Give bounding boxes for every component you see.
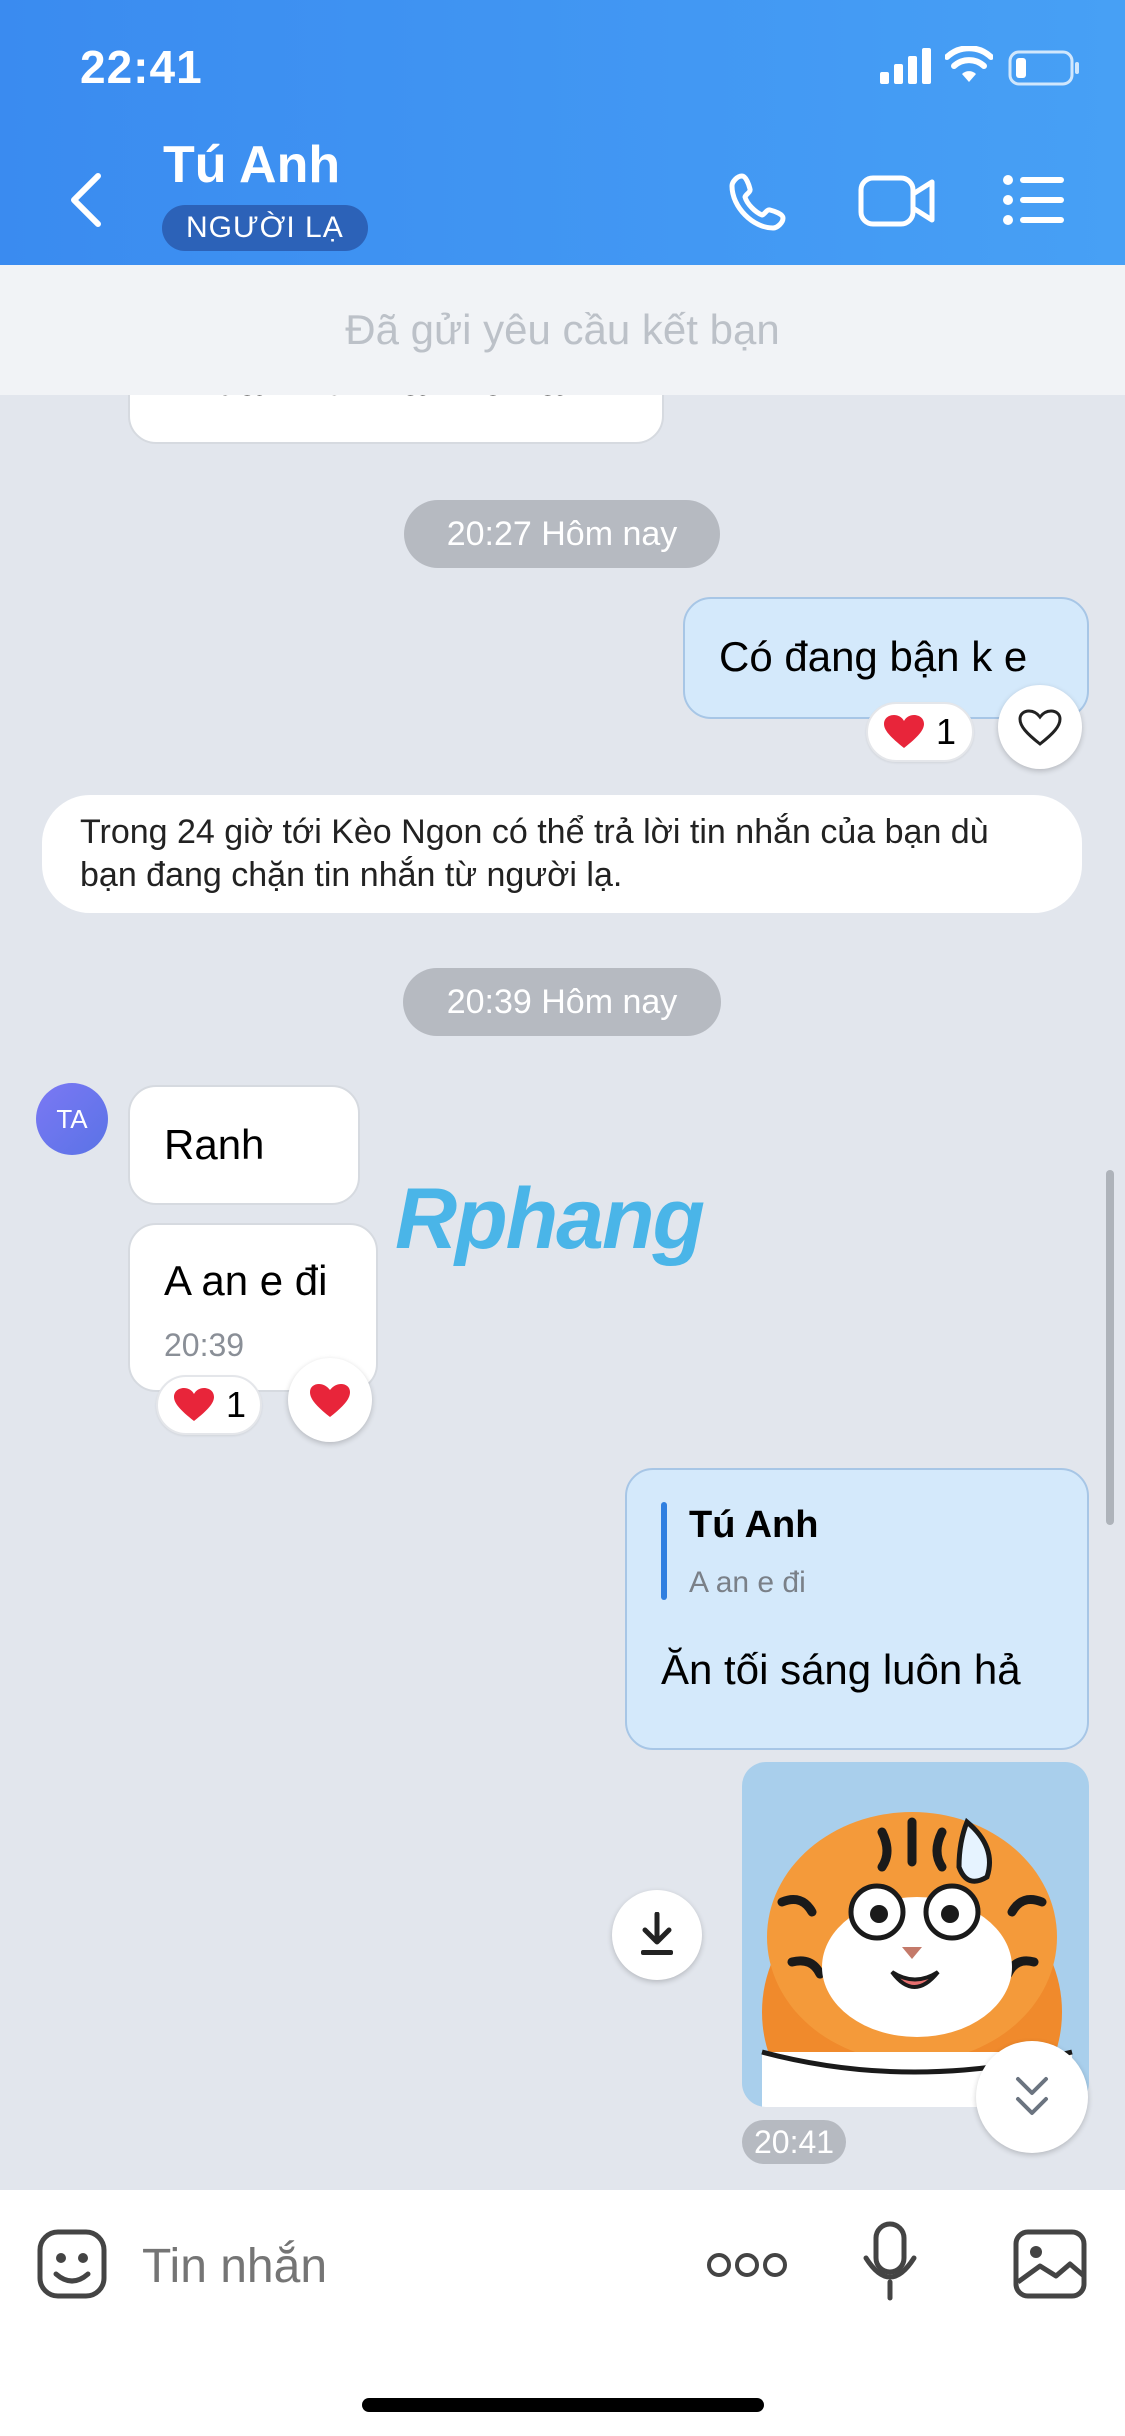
- quote-author: Tú Anh: [689, 1504, 819, 1546]
- message-text: A an e đi: [164, 1257, 328, 1304]
- reaction-number: 1: [226, 1384, 247, 1425]
- react-button[interactable]: [998, 685, 1082, 769]
- download-button[interactable]: [612, 1890, 702, 1980]
- outgoing-reply-message[interactable]: Tú Anh A an e đi Ăn tối sáng luôn hả: [625, 1468, 1089, 1750]
- scroll-down-button[interactable]: [976, 2041, 1088, 2153]
- microphone-icon[interactable]: [862, 2220, 918, 2302]
- message-bubble-partial[interactable]: Đi đám rồi mai mới làm: [128, 395, 664, 444]
- react-button[interactable]: [288, 1358, 372, 1442]
- time-stamp: 20:27 Hôm nay: [404, 500, 720, 568]
- reaction-count[interactable]: 1: [156, 1375, 262, 1435]
- time-stamp: 20:39 Hôm nay: [403, 968, 721, 1036]
- stranger-badge: NGƯỜI LẠ: [162, 205, 368, 251]
- contact-name[interactable]: Tú Anh: [163, 135, 340, 195]
- image-icon[interactable]: [1012, 2228, 1088, 2300]
- incoming-message[interactable]: Ranh: [128, 1085, 360, 1205]
- battery-icon: [1008, 50, 1079, 86]
- avatar[interactable]: TA: [36, 1083, 108, 1155]
- heart-icon: [884, 715, 924, 748]
- reaction-count[interactable]: 1: [866, 702, 974, 762]
- watermark-logo: Rphang: [395, 1171, 705, 1267]
- scrollbar[interactable]: [1106, 1170, 1114, 1525]
- message-time: 20:39: [164, 1327, 245, 1363]
- signal-icon: [880, 48, 931, 84]
- video-camera-icon[interactable]: [858, 172, 936, 230]
- sticker-icon[interactable]: [36, 2228, 108, 2300]
- heart-icon: [310, 1384, 350, 1417]
- message-text: Ăn tối sáng luôn hả: [661, 1646, 1021, 1693]
- more-dots-icon[interactable]: [706, 2250, 788, 2280]
- reaction-number: 1: [936, 711, 957, 752]
- back-chevron-icon[interactable]: [64, 170, 108, 230]
- friend-request-banner: Đã gửi yêu cầu kết bạn: [0, 265, 1125, 395]
- header-bar: 22:41 Tú Anh NGƯỜI LẠ: [0, 0, 1125, 265]
- sticker-time: 20:41: [742, 2120, 847, 2164]
- home-indicator: [362, 2398, 764, 2412]
- message-input[interactable]: [140, 2230, 644, 2302]
- message-text: Ranh: [164, 1121, 265, 1168]
- message-text: Có đang bận k e: [719, 633, 1028, 680]
- double-chevron-down-icon: [1016, 2077, 1048, 2115]
- list-icon[interactable]: [1002, 174, 1066, 226]
- download-icon: [641, 1912, 673, 1955]
- quote-text: A an e đi: [689, 1566, 806, 1599]
- message-text: Đi đám rồi mai mới làm: [164, 395, 598, 405]
- status-time: 22:41: [80, 41, 203, 93]
- heart-outline-icon: [1018, 709, 1062, 746]
- wifi-icon: [945, 46, 993, 82]
- phone-icon[interactable]: [728, 170, 790, 232]
- chat-area[interactable]: Đi đám rồi mai mới làm 20:27 Hôm nay Có …: [0, 395, 1125, 2190]
- heart-icon: [174, 1388, 214, 1421]
- quote-bar: [661, 1502, 667, 1600]
- system-notice: Trong 24 giờ tới Kèo Ngon có thể trả lời…: [42, 795, 1082, 913]
